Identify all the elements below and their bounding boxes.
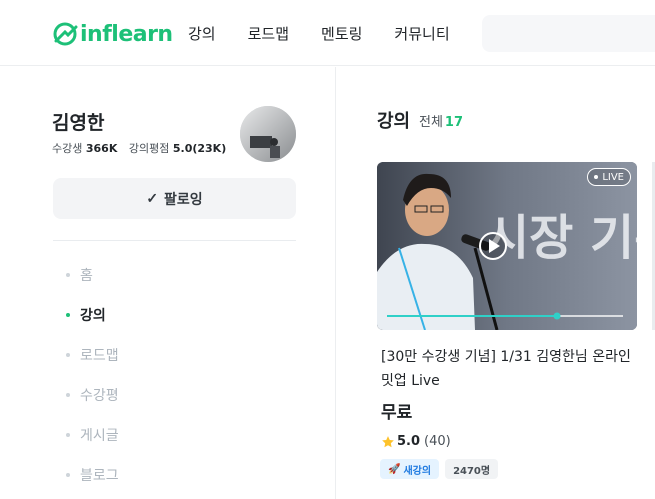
menu-label: 수강평 [80,388,119,404]
logo-mark-icon [53,22,78,46]
course-title[interactable]: [30만 수강생 기념] 1/31 김영한님 온라인 밋업 Live [381,345,637,393]
instructor-stats: 수강생 366K 강의평점 5.0(23K) [52,140,226,156]
bullet-icon [66,473,70,477]
course-thumbnail[interactable]: 시장 기본기 LIVE [377,162,637,330]
nav-mentoring[interactable]: 멘토링 [321,23,362,44]
courses-heading: 강의 [377,111,411,132]
course-card[interactable]: 시장 기본기 LIVE [30만 수강생 기념] 1/31 김영한님 온라인 밋… [377,162,637,479]
bullet-icon [66,433,70,437]
main-nav: 강의 로드맵 멘토링 커뮤니티 [188,23,482,44]
rating-score: 5.0 [397,434,421,449]
top-header: inflearn 강의 로드맵 멘토링 커뮤니티 [0,0,655,66]
profile-menu: 홈 강의 로드맵 수강평 게시글 블로그 [66,265,119,499]
rating-value: 5.0(23K) [172,142,227,155]
bullet-icon [66,353,70,357]
inflearn-logo[interactable]: inflearn [52,19,173,49]
check-icon: ✓ [146,190,159,206]
live-badge: LIVE [587,168,631,186]
menu-label: 강의 [80,308,106,324]
follow-button[interactable]: ✓ 팔로잉 [53,178,296,219]
avatar[interactable] [240,106,296,162]
live-dot-icon [594,175,599,179]
star-icon [382,435,394,447]
follow-label: 팔로잉 [164,190,203,207]
menu-item-blog[interactable]: 블로그 [66,465,119,499]
menu-item-roadmap[interactable]: 로드맵 [66,345,119,385]
nav-courses[interactable]: 강의 [188,23,216,44]
menu-label: 블로그 [80,468,119,484]
course-rating: 5.0 (40) [381,434,451,449]
menu-label: 게시글 [80,428,119,444]
course-tags: 🚀 새강의 2470명 [380,459,504,479]
search-input[interactable] [482,15,655,52]
instructor-name: 김영한 [52,112,105,134]
students-label: 수강생 [52,142,83,155]
menu-label: 홈 [80,268,93,284]
thumbnail-image: 시장 기본기 [377,162,637,330]
courses-total: 전체 17 [419,111,463,130]
students-value: 366K [85,142,118,155]
thumbnail-headline: 시장 기본기 [485,210,637,266]
menu-item-home[interactable]: 홈 [66,265,119,305]
new-course-tag: 🚀 새강의 [380,459,440,479]
students-count-tag: 2470명 [445,459,499,479]
rocket-icon: 🚀 [388,463,401,475]
bullet-icon [66,273,70,277]
nav-roadmap[interactable]: 로드맵 [248,23,289,44]
live-label: LIVE [602,171,624,183]
bullet-icon [66,313,70,317]
menu-item-posts[interactable]: 게시글 [66,425,119,465]
avatar-photo [240,106,296,162]
nav-community[interactable]: 커뮤니티 [394,23,449,44]
rating-label: 강의평점 [128,142,170,155]
course-price: 무료 [381,403,413,423]
menu-item-reviews[interactable]: 수강평 [66,385,119,425]
menu-item-courses[interactable]: 강의 [66,305,119,345]
total-count: 17 [444,115,464,130]
logo-text: inflearn [80,21,173,47]
menu-label: 로드맵 [80,348,119,364]
bullet-icon [66,393,70,397]
tag-label: 새강의 [403,465,432,477]
rating-count: (40) [424,434,451,449]
profile-sidebar: 김영한 수강생 366K 강의평점 5.0(23K) ✓ 팔로잉 홈 강의 로드… [0,67,336,499]
divider [53,240,296,241]
total-label: 전체 [419,115,443,130]
